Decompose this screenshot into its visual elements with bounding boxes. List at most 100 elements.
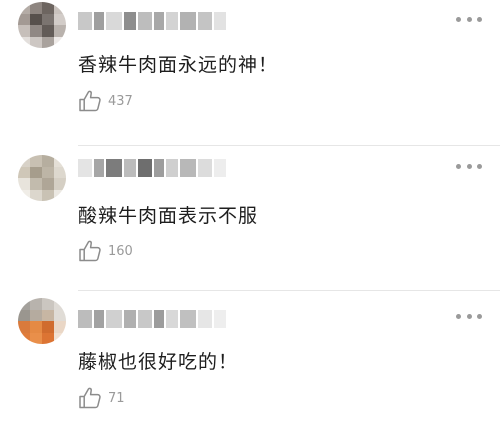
- username-pixel: [124, 310, 136, 328]
- avatar-pixel: [30, 13, 42, 25]
- username-pixel: [124, 159, 136, 177]
- thumbs-up-icon: [79, 240, 101, 262]
- username-pixel: [198, 159, 212, 177]
- username-pixel: [124, 12, 136, 30]
- like-button[interactable]: 160: [78, 240, 133, 262]
- username-pixel: [154, 159, 164, 177]
- comment-text: 藤椒也很好吃的！: [78, 351, 239, 373]
- username-pixel: [106, 159, 122, 177]
- username-pixel: [94, 310, 104, 328]
- avatar-pixel: [30, 155, 42, 167]
- username-pixel: [138, 159, 152, 177]
- avatar-pixel: [54, 155, 66, 167]
- like-button[interactable]: 71: [78, 387, 125, 409]
- divider: [78, 145, 500, 146]
- avatar-pixel: [30, 309, 42, 321]
- username-blurred[interactable]: [78, 157, 226, 179]
- comment-text: 酸辣牛肉面表示不服: [78, 205, 259, 227]
- comment-item: 香辣牛肉面永远的神！ 437: [0, 0, 500, 147]
- username-pixel: [106, 12, 122, 30]
- avatar-pixel: [18, 155, 30, 167]
- avatar-pixel: [18, 178, 30, 190]
- username-pixel: [78, 12, 92, 30]
- avatar-pixel: [54, 309, 66, 321]
- username-pixel: [198, 310, 212, 328]
- avatar-pixel: [54, 25, 66, 37]
- username-pixel: [166, 159, 178, 177]
- avatar-pixel: [54, 36, 66, 48]
- comment-list: 香辣牛肉面永远的神！ 437 酸辣牛肉面表示不服 160 藤椒也很好吃的！ 71: [0, 0, 500, 427]
- like-button[interactable]: 437: [78, 90, 133, 112]
- avatar-pixel: [54, 332, 66, 344]
- avatar-pixel: [30, 189, 42, 201]
- more-options-icon[interactable]: [456, 163, 482, 169]
- username-pixel: [94, 12, 104, 30]
- avatar-pixel: [18, 332, 30, 344]
- username-pixel: [78, 159, 92, 177]
- username-blurred[interactable]: [78, 10, 226, 32]
- avatar-pixel: [54, 13, 66, 25]
- avatar-pixel: [42, 155, 54, 167]
- avatar-pixel: [18, 321, 30, 333]
- username-pixel: [214, 159, 226, 177]
- avatar-pixel: [42, 189, 54, 201]
- avatar-pixel: [18, 13, 30, 25]
- username-pixel: [78, 310, 92, 328]
- avatar-pixel: [30, 36, 42, 48]
- avatar-pixel: [42, 2, 54, 14]
- avatar-pixel: [30, 321, 42, 333]
- username-pixel: [214, 12, 226, 30]
- username-pixel: [138, 310, 152, 328]
- avatar-pixel: [18, 309, 30, 321]
- more-options-icon[interactable]: [456, 16, 482, 22]
- username-pixel: [180, 12, 196, 30]
- avatar-pixel: [18, 36, 30, 48]
- avatar-pixel: [30, 298, 42, 310]
- username-pixel: [94, 159, 104, 177]
- avatar[interactable]: [18, 298, 66, 344]
- like-count: 71: [108, 390, 125, 406]
- comment-item: 酸辣牛肉面表示不服 160: [0, 147, 500, 294]
- avatar-pixel: [54, 321, 66, 333]
- username-pixel: [154, 12, 164, 30]
- thumbs-up-icon: [79, 387, 101, 409]
- username-pixel: [198, 12, 212, 30]
- username-pixel: [106, 310, 122, 328]
- avatar-pixel: [54, 2, 66, 14]
- thumbs-up-icon: [79, 90, 101, 112]
- avatar-pixel: [18, 2, 30, 14]
- avatar-pixel: [54, 189, 66, 201]
- like-count: 160: [108, 243, 133, 259]
- avatar-pixel: [42, 166, 54, 178]
- avatar-pixel: [42, 309, 54, 321]
- avatar-pixel: [42, 36, 54, 48]
- username-pixel: [214, 310, 226, 328]
- avatar-pixel: [42, 332, 54, 344]
- avatar-pixel: [18, 166, 30, 178]
- more-options-icon[interactable]: [456, 313, 482, 319]
- avatar-pixel: [18, 189, 30, 201]
- avatar-pixel: [54, 178, 66, 190]
- username-pixel: [166, 12, 178, 30]
- avatar-pixel: [54, 166, 66, 178]
- avatar-pixel: [30, 332, 42, 344]
- username-pixel: [180, 310, 196, 328]
- avatar-pixel: [42, 178, 54, 190]
- username-pixel: [180, 159, 196, 177]
- avatar-pixel: [42, 13, 54, 25]
- username-pixel: [166, 310, 178, 328]
- avatar-pixel: [30, 166, 42, 178]
- avatar-pixel: [18, 298, 30, 310]
- username-pixel: [138, 12, 152, 30]
- avatar-pixel: [18, 25, 30, 37]
- avatar-pixel: [42, 321, 54, 333]
- username-pixel: [154, 310, 164, 328]
- avatar[interactable]: [18, 155, 66, 201]
- comment-item: 藤椒也很好吃的！ 71: [0, 293, 500, 440]
- username-blurred[interactable]: [78, 308, 226, 330]
- avatar-pixel: [30, 2, 42, 14]
- avatar[interactable]: [18, 2, 66, 48]
- avatar-pixel: [30, 178, 42, 190]
- avatar-pixel: [42, 298, 54, 310]
- comment-text: 香辣牛肉面永远的神！: [78, 54, 279, 76]
